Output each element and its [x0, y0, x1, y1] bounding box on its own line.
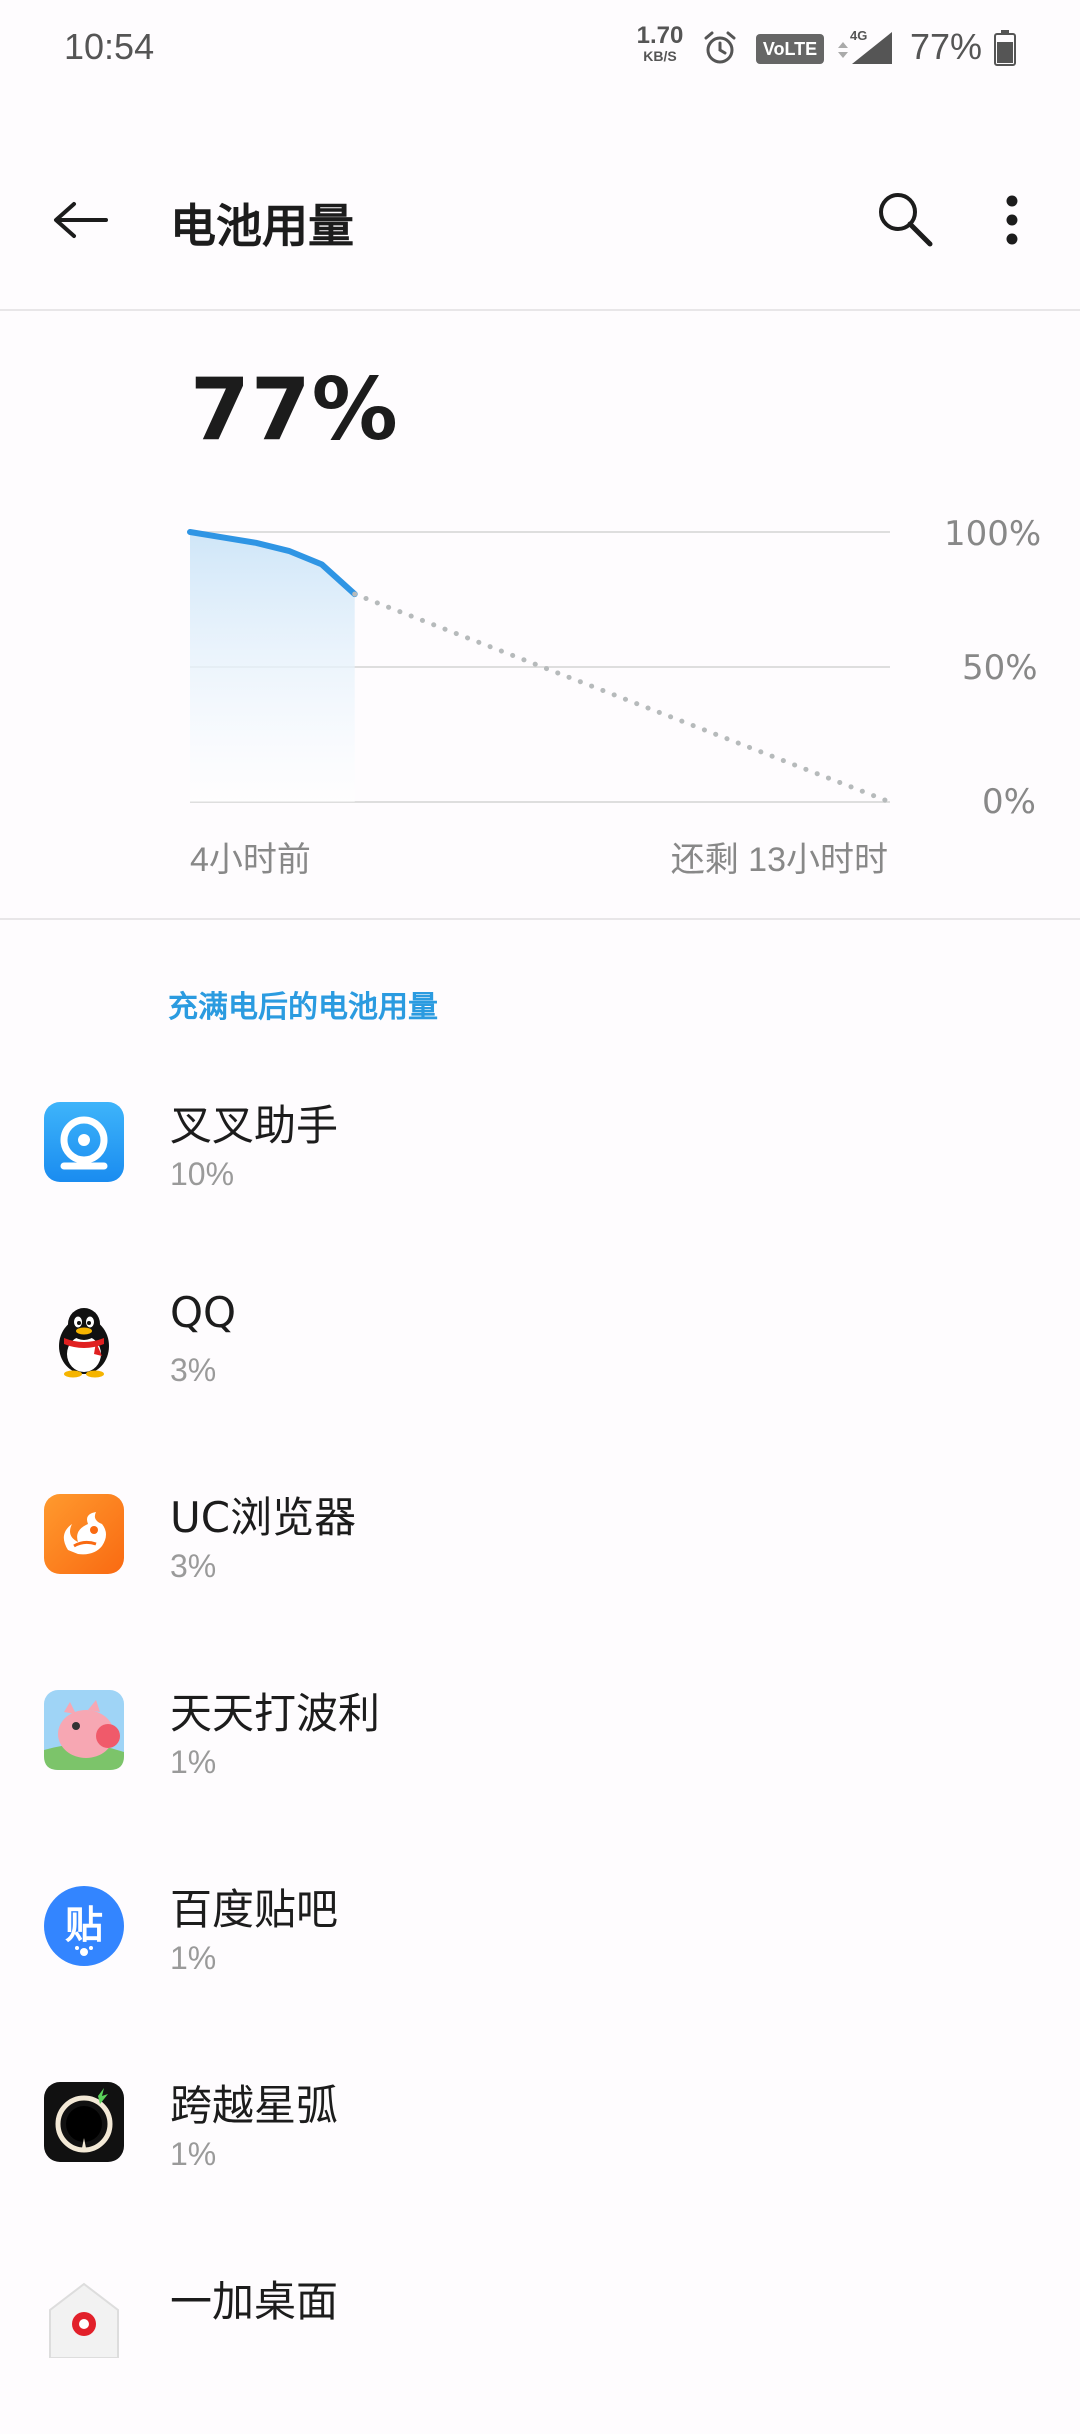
back-button[interactable] [40, 188, 120, 252]
app-name: 天天打波利 [170, 1689, 381, 1738]
status-time: 10:54 [64, 26, 155, 67]
battery-chart-plot [187, 529, 893, 805]
alarm-icon [702, 30, 738, 70]
battery-icon [994, 30, 1016, 70]
header-divider [0, 309, 1080, 311]
network-speed: 1.70 KB/S [632, 22, 688, 65]
battery-percent: 77% [910, 26, 983, 67]
app-name: UC浏览器 [170, 1493, 357, 1542]
section-header: 充满电后的电池用量 [168, 990, 438, 1025]
page-title: 电池用量 [170, 199, 354, 253]
app-name: 百度贴吧 [170, 1885, 339, 1934]
app-usage-percent: 1% [170, 1744, 217, 1780]
chachazhushou-icon [44, 1102, 124, 1182]
app-list-item[interactable]: 跨越星弧 1% [0, 2042, 1080, 2238]
app-name: 跨越星弧 [170, 2081, 339, 2130]
y-tick-label: 0% [982, 782, 1036, 822]
app-list-item[interactable]: 叉叉助手 10% [0, 1062, 1080, 1258]
network-speed-unit: KB/S [643, 48, 677, 64]
chart-end-label: 还剩 13小时时 [670, 841, 888, 879]
search-icon [879, 193, 933, 247]
volte-badge: VoLTE [756, 34, 824, 64]
app-usage-percent: 1% [170, 1940, 217, 1976]
app-usage-percent: 3% [170, 1352, 217, 1388]
battery-projection-line [352, 591, 893, 805]
network-speed-value: 1.70 [636, 22, 684, 49]
app-name: 一加桌面 [170, 2277, 339, 2326]
qq-penguin-icon [44, 1298, 124, 1378]
battery-level: 77% [190, 360, 399, 460]
search-button[interactable] [866, 182, 946, 258]
more-vert-icon [1006, 195, 1018, 245]
app-name: QQ [170, 1288, 237, 1337]
app-usage-percent: 3% [170, 1548, 217, 1584]
signal-icon: 4G [836, 26, 896, 70]
chart-start-label: 4小时前 [190, 841, 311, 879]
app-usage-percent: 10% [170, 1156, 235, 1192]
svg-text:贴: 贴 [65, 1903, 103, 1947]
tiantiandaboli-icon [44, 1690, 124, 1770]
more-options-button[interactable] [982, 182, 1042, 258]
app-list-item[interactable]: 一加桌面 [0, 2238, 1080, 2434]
app-name: 叉叉助手 [170, 1101, 339, 1150]
back-arrow-icon [54, 202, 108, 238]
battery-chart[interactable]: 100% 50% 0% 4小时前 还剩 13小时时 [0, 500, 1080, 900]
y-tick-label: 100% [944, 514, 1042, 554]
baidu-tieba-icon: 贴 [44, 1886, 124, 1966]
y-tick-label: 50% [962, 648, 1038, 688]
app-list-item[interactable]: UC浏览器 3% [0, 1454, 1080, 1650]
app-list-item[interactable]: QQ 3% [0, 1258, 1080, 1454]
app-bar: 电池用量 [0, 160, 1080, 280]
uc-browser-icon [44, 1494, 124, 1574]
status-bar: 10:54 1.70 KB/S VoLTE 4G 77% [0, 0, 1080, 100]
app-usage-percent: 1% [170, 2136, 217, 2172]
oneplus-launcher-icon [44, 2278, 124, 2359]
network-type: 4G [850, 28, 867, 43]
chart-divider [0, 918, 1080, 920]
kuayuexinghu-icon [44, 2082, 124, 2162]
app-list-item[interactable]: 贴 百度贴吧 1% [0, 1846, 1080, 2042]
app-list-item[interactable]: 天天打波利 1% [0, 1650, 1080, 1846]
